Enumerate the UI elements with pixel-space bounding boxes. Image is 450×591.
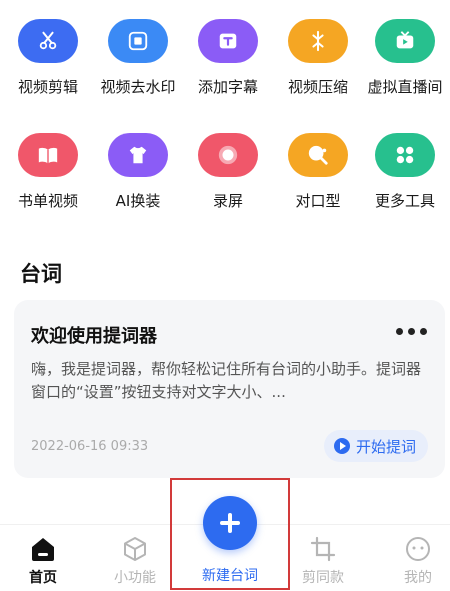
- tab-home[interactable]: 首页: [0, 525, 88, 587]
- record-icon: [198, 133, 258, 177]
- tab-label: 我的: [404, 570, 432, 586]
- scissors-icon: [18, 19, 78, 63]
- tool-label: 视频去水印: [100, 78, 176, 96]
- play-icon: [333, 438, 350, 454]
- profile-icon: [404, 535, 432, 563]
- subtitle-icon: [198, 19, 258, 63]
- shirt-icon: [108, 133, 168, 177]
- crop-icon: [309, 535, 337, 563]
- tool-add-subtitle[interactable]: 添加字幕: [183, 19, 273, 97]
- more-tools-icon: [375, 133, 435, 177]
- tool-video-compress[interactable]: 视频压缩: [273, 19, 363, 97]
- tool-screen-record[interactable]: 录屏: [183, 133, 273, 211]
- tool-label: 对口型: [295, 192, 341, 210]
- start-prompter-button[interactable]: 开始提词: [323, 430, 428, 462]
- cube-icon: [121, 535, 149, 563]
- card-body: 嗨，我是提词器，帮你轻松记住所有台词的小助手。提词器窗口的“设置”按钮支持对文字…: [31, 360, 422, 401]
- card-title: 欢迎使用提词器: [31, 326, 157, 347]
- tool-book-video[interactable]: 书单视频: [3, 133, 93, 211]
- lipsync-icon: [288, 133, 348, 177]
- book-icon: [18, 133, 78, 177]
- live-tv-icon: [375, 19, 435, 63]
- card-date: 2022-06-16 09:33: [31, 439, 149, 454]
- tool-video-edit[interactable]: 视频剪辑: [3, 19, 93, 97]
- start-prompter-label: 开始提词: [355, 437, 416, 456]
- tool-label: 书单视频: [17, 192, 78, 210]
- tab-label: 首页: [29, 570, 57, 586]
- tool-label: 视频压缩: [287, 78, 348, 96]
- tool-label: 虚拟直播间: [367, 78, 443, 96]
- tab-small-features[interactable]: 小功能: [90, 525, 180, 587]
- home-icon: [29, 535, 57, 563]
- compress-icon: [288, 19, 348, 63]
- tab-label: 小功能: [114, 570, 156, 586]
- highlight-box: [170, 478, 290, 590]
- tab-label: 剪同款: [302, 570, 344, 586]
- tool-label: 添加字幕: [197, 78, 258, 96]
- tool-label: 视频剪辑: [17, 78, 78, 96]
- tool-label: AI换装: [115, 192, 161, 210]
- tool-label: 录屏: [212, 192, 243, 210]
- tab-profile[interactable]: 我的: [373, 525, 450, 587]
- section-title: 台词: [20, 262, 62, 286]
- tool-lip-sync[interactable]: 对口型: [273, 133, 363, 211]
- tool-virtual-live[interactable]: 虚拟直播间: [360, 19, 450, 97]
- more-options-icon[interactable]: [396, 328, 427, 335]
- script-card[interactable]: 欢迎使用提词器 嗨，我是提词器，帮你轻松记住所有台词的小助手。提词器窗口的“设置…: [14, 300, 445, 478]
- tool-label: 更多工具: [374, 192, 435, 210]
- watermark-icon: [108, 19, 168, 63]
- tool-remove-watermark[interactable]: 视频去水印: [93, 19, 183, 97]
- tool-ai-outfit[interactable]: AI换装: [93, 133, 183, 211]
- tab-templates[interactable]: 剪同款: [278, 525, 368, 587]
- tool-more-tools[interactable]: 更多工具: [360, 133, 450, 211]
